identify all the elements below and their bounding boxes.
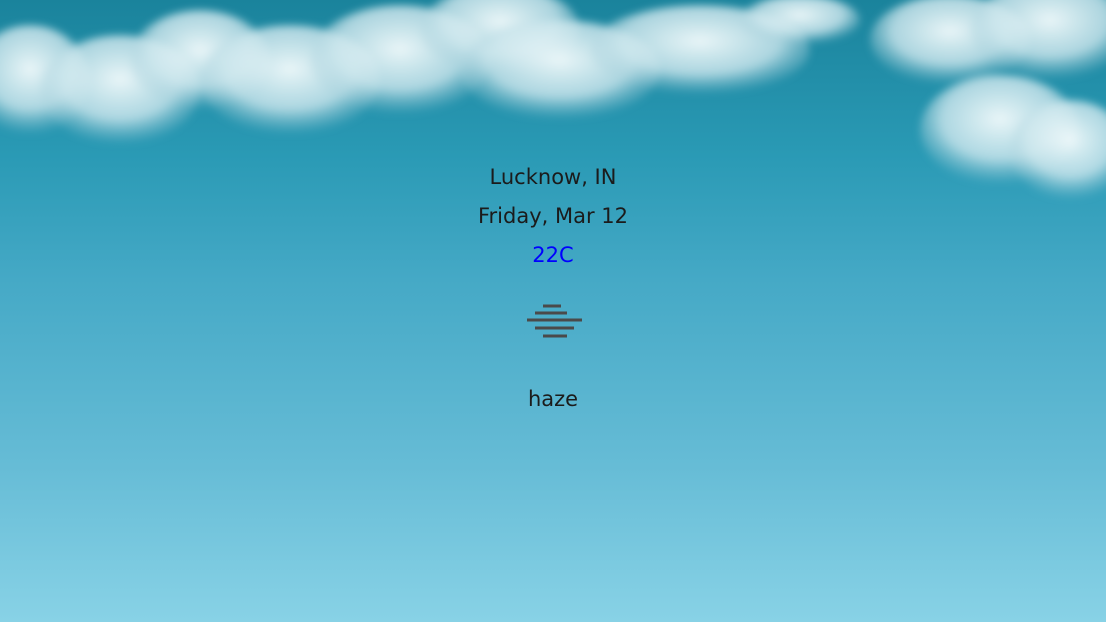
- weather-panel: Lucknow, IN Friday, Mar 12 22C haze: [0, 0, 1106, 622]
- temperature-label: 22C: [532, 243, 574, 267]
- haze-icon: [527, 303, 583, 339]
- condition-label: haze: [527, 387, 579, 411]
- location-label: Lucknow, IN: [489, 165, 617, 189]
- date-label: Friday, Mar 12: [477, 204, 628, 228]
